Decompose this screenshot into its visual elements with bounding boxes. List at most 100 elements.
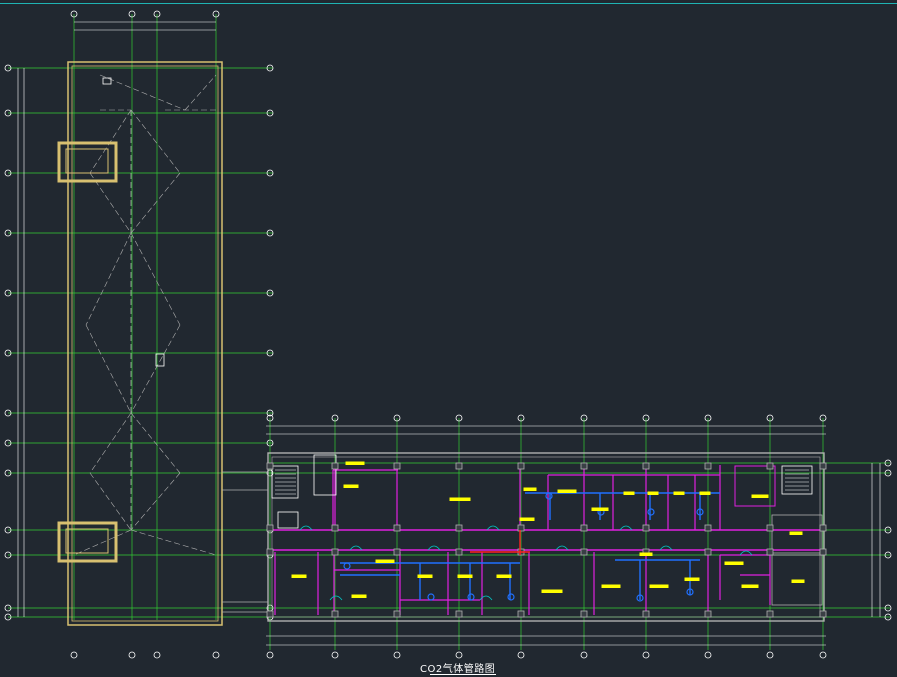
room-label-mark bbox=[789, 531, 803, 535]
structural-column bbox=[704, 610, 712, 618]
room-label-mark bbox=[541, 589, 563, 593]
shaft-room bbox=[734, 465, 776, 507]
bottom-axis-bubble-bottom bbox=[517, 651, 525, 659]
bottom-axis-bubble-bottom bbox=[455, 651, 463, 659]
bottom-axis-bubble-bottom bbox=[266, 651, 274, 659]
pipe-valve bbox=[647, 508, 655, 516]
room-label-mark bbox=[601, 584, 621, 588]
room-label-mark bbox=[457, 574, 473, 578]
room-label-mark bbox=[343, 484, 359, 488]
roof-slope bbox=[130, 232, 181, 326]
room-label-mark bbox=[649, 584, 669, 588]
room-label-mark bbox=[623, 491, 635, 495]
room-label-mark bbox=[591, 507, 609, 511]
left-axis-bubble-bottom bbox=[128, 651, 136, 659]
structural-column bbox=[517, 610, 525, 618]
structural-column bbox=[642, 524, 650, 532]
room-label-mark bbox=[557, 489, 577, 493]
structural-column bbox=[766, 524, 774, 532]
bottom-wing-floor-plan bbox=[266, 452, 827, 622]
structural-column bbox=[819, 462, 827, 470]
structural-column bbox=[331, 524, 339, 532]
structural-column bbox=[819, 610, 827, 618]
structural-column bbox=[766, 462, 774, 470]
bottom-wing-outer-wall bbox=[267, 452, 825, 622]
room-label-mark bbox=[375, 559, 395, 563]
structural-column bbox=[266, 548, 274, 556]
structural-column bbox=[455, 610, 463, 618]
structural-column bbox=[455, 548, 463, 556]
structural-column bbox=[766, 610, 774, 618]
room-label-mark bbox=[519, 517, 535, 521]
bottom-axis-bubble-bottom bbox=[331, 651, 339, 659]
roof-slope bbox=[89, 472, 132, 531]
door-swing bbox=[329, 595, 343, 601]
structural-column bbox=[642, 610, 650, 618]
room-label-mark bbox=[751, 494, 769, 498]
structural-column bbox=[393, 610, 401, 618]
room-label-mark bbox=[496, 574, 512, 578]
bottom-axis-bubble-bottom bbox=[393, 651, 401, 659]
structural-column bbox=[266, 462, 274, 470]
room-label-mark bbox=[345, 461, 365, 465]
structural-column bbox=[517, 462, 525, 470]
roof-slope bbox=[130, 529, 217, 556]
structural-column bbox=[266, 524, 274, 532]
structural-column bbox=[766, 548, 774, 556]
roof-slope bbox=[85, 232, 132, 326]
roof-slope bbox=[184, 74, 217, 111]
room-label-mark bbox=[417, 574, 433, 578]
structural-column bbox=[455, 524, 463, 532]
bottom-axis-bubble-bottom bbox=[580, 651, 588, 659]
pipe-valve bbox=[343, 562, 351, 570]
pipe-valve bbox=[545, 492, 553, 500]
structural-column bbox=[331, 610, 339, 618]
room-label-mark bbox=[684, 577, 700, 581]
roof-slope bbox=[130, 324, 181, 414]
room-label-mark bbox=[647, 491, 659, 495]
roof-slope bbox=[130, 172, 181, 234]
structural-column bbox=[393, 524, 401, 532]
roof-slope bbox=[73, 529, 132, 556]
roof-slope bbox=[85, 324, 132, 414]
structural-column bbox=[580, 610, 588, 618]
room-label-mark bbox=[791, 579, 805, 583]
structural-column bbox=[642, 462, 650, 470]
room-label-mark bbox=[291, 574, 307, 578]
bottom-axis-bubble-bottom bbox=[642, 651, 650, 659]
structural-column bbox=[517, 524, 525, 532]
structural-column bbox=[819, 548, 827, 556]
room-label-mark bbox=[449, 497, 471, 501]
structural-column bbox=[819, 524, 827, 532]
room-label-mark bbox=[741, 584, 759, 588]
structural-column bbox=[580, 524, 588, 532]
room-label-mark bbox=[673, 491, 685, 495]
lift-left bbox=[277, 511, 299, 529]
bottom-axis-bubble-bottom bbox=[819, 651, 827, 659]
structural-column bbox=[580, 548, 588, 556]
pipe-valve bbox=[467, 593, 475, 601]
drawing-title-underline bbox=[430, 674, 496, 675]
floor-plan-drawing[interactable] bbox=[0, 0, 897, 677]
left-wing-roof-plan bbox=[57, 61, 268, 626]
structural-column bbox=[266, 610, 274, 618]
bottom-axis-bubble-bottom bbox=[704, 651, 712, 659]
left-axis-bubble-bottom bbox=[212, 651, 220, 659]
structural-column bbox=[704, 548, 712, 556]
room-label-mark bbox=[724, 561, 744, 565]
bottom-axis-bubble-bottom bbox=[766, 651, 774, 659]
structural-column bbox=[393, 462, 401, 470]
roof-slope bbox=[130, 109, 181, 174]
structural-column bbox=[331, 548, 339, 556]
structural-column bbox=[704, 524, 712, 532]
structural-column bbox=[455, 462, 463, 470]
roof-slope bbox=[130, 472, 181, 531]
room-label-mark bbox=[699, 491, 711, 495]
left-axis-bubble-bottom bbox=[153, 651, 161, 659]
drawing-title: CO2气体管路图 bbox=[420, 664, 496, 675]
structural-column bbox=[331, 462, 339, 470]
pipe-valve bbox=[427, 593, 435, 601]
pipe-valve bbox=[507, 593, 515, 601]
structural-column bbox=[393, 548, 401, 556]
structural-column bbox=[704, 462, 712, 470]
